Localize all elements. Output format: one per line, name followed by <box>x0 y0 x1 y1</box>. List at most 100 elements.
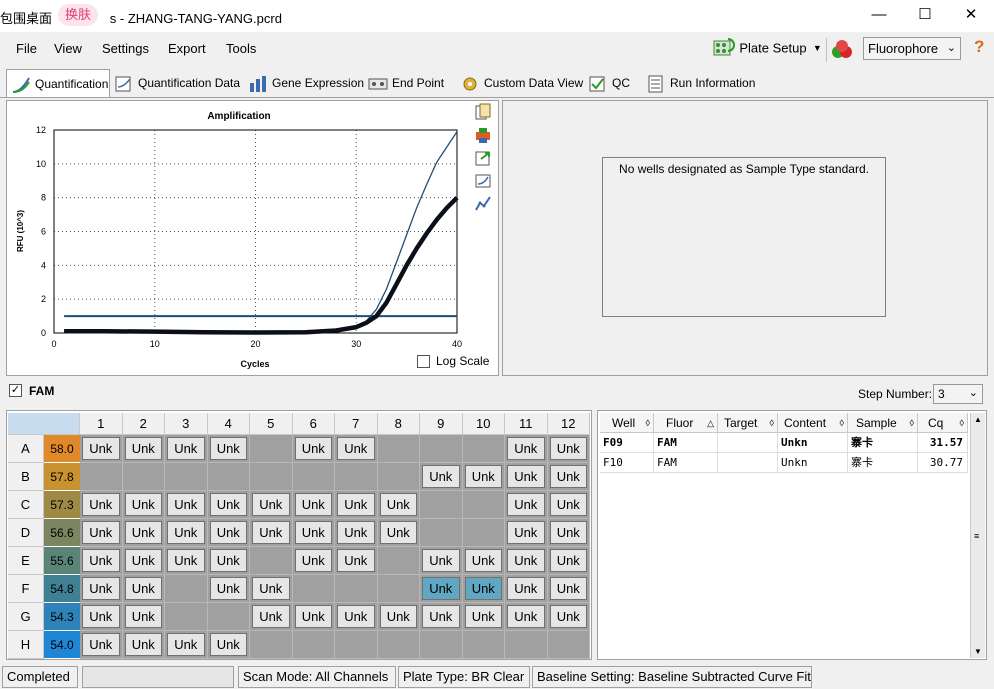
plate-well[interactable]: Unk <box>207 631 250 659</box>
menu-file[interactable]: File <box>16 41 37 56</box>
plate-well[interactable] <box>250 547 293 575</box>
plate-well[interactable]: Unk <box>547 435 590 463</box>
plate-well[interactable] <box>335 575 378 603</box>
copy-icon[interactable] <box>474 103 492 121</box>
plate-well[interactable]: Unk <box>547 463 590 491</box>
plate-well[interactable]: Unk <box>122 435 165 463</box>
table-cell[interactable]: F10 <box>600 453 654 473</box>
plate-well[interactable] <box>165 575 208 603</box>
plate-well[interactable]: Unk <box>377 519 420 547</box>
plate-well[interactable] <box>250 463 293 491</box>
col-header-target[interactable]: Target ◊ <box>718 413 778 433</box>
plate-well[interactable]: Unk <box>547 491 590 519</box>
plate-well[interactable] <box>462 491 505 519</box>
plate-well[interactable]: Unk <box>122 491 165 519</box>
plate-well[interactable] <box>207 463 250 491</box>
plate-well[interactable] <box>462 435 505 463</box>
scroll-down-icon[interactable]: ▼ <box>974 647 982 656</box>
plate-well[interactable]: Unk <box>207 435 250 463</box>
plate-well[interactable]: Unk <box>505 463 548 491</box>
plate-well[interactable]: Unk <box>250 575 293 603</box>
export-icon[interactable] <box>474 149 492 167</box>
plate-well[interactable]: Unk <box>292 547 335 575</box>
plate-well[interactable]: Unk <box>207 491 250 519</box>
plate-well[interactable]: Unk <box>207 547 250 575</box>
col-header-fluor[interactable]: Fluor △ <box>654 413 718 433</box>
col-header-content[interactable]: Content ◊ <box>778 413 848 433</box>
plate-well[interactable]: Unk <box>547 575 590 603</box>
row-header[interactable]: F <box>8 575 44 603</box>
plate-setup-button[interactable]: Plate Setup ▼ <box>712 37 822 61</box>
table-cell[interactable]: 寨卡 <box>848 453 918 473</box>
column-header[interactable]: 10 <box>462 413 505 435</box>
column-header[interactable]: 8 <box>377 413 420 435</box>
plate-well[interactable]: Unk <box>292 435 335 463</box>
plate-well[interactable] <box>165 463 208 491</box>
plate-well[interactable]: Unk <box>547 519 590 547</box>
plate-well[interactable] <box>165 603 208 631</box>
plate-well[interactable]: Unk <box>335 435 378 463</box>
fam-checkbox[interactable]: ✓ <box>9 384 22 397</box>
table-cell[interactable]: Unkn <box>778 433 848 453</box>
table-cell[interactable]: F09 <box>600 433 654 453</box>
row-header[interactable]: E <box>8 547 44 575</box>
plate-well[interactable] <box>420 435 463 463</box>
column-header[interactable]: 6 <box>292 413 335 435</box>
plate-well[interactable]: Unk <box>505 547 548 575</box>
tab-run-information[interactable]: Run Information <box>646 69 755 97</box>
table-cell[interactable]: 31.57 <box>918 433 968 453</box>
maximize-button[interactable]: ☐ <box>902 0 948 30</box>
col-header-sample[interactable]: Sample ◊ <box>848 413 918 433</box>
plate-well[interactable]: Unk <box>80 575 123 603</box>
row-header[interactable]: A <box>8 435 44 463</box>
plate-well[interactable]: Unk <box>165 519 208 547</box>
scroll-up-icon[interactable]: ▲ <box>974 415 982 424</box>
tab-quantification[interactable]: Quantification <box>6 69 110 97</box>
plate-well[interactable] <box>377 435 420 463</box>
table-cell[interactable] <box>718 433 778 453</box>
help-icon[interactable]: ? <box>974 37 984 57</box>
plate-well[interactable]: Unk <box>505 603 548 631</box>
plate-well[interactable]: Unk <box>165 435 208 463</box>
plate-well[interactable]: Unk <box>505 519 548 547</box>
plate-well[interactable]: Unk <box>377 603 420 631</box>
close-button[interactable]: ✕ <box>948 0 994 30</box>
plate-well[interactable] <box>462 519 505 547</box>
plate-well[interactable]: Unk <box>292 491 335 519</box>
menu-export[interactable]: Export <box>168 41 206 56</box>
menu-view[interactable]: View <box>54 41 82 56</box>
plate-well[interactable]: Unk <box>207 575 250 603</box>
plate-well[interactable] <box>207 603 250 631</box>
plate-well[interactable]: Unk <box>335 519 378 547</box>
menu-settings[interactable]: Settings <box>102 41 149 56</box>
plate-well[interactable]: Unk <box>505 491 548 519</box>
plate-well[interactable]: Unk <box>165 491 208 519</box>
table-cell[interactable]: FAM <box>654 433 718 453</box>
column-header[interactable]: 7 <box>335 413 378 435</box>
plate-well[interactable]: Unk <box>292 603 335 631</box>
plate-well[interactable] <box>335 631 378 659</box>
column-header[interactable]: 2 <box>122 413 165 435</box>
plate-well[interactable]: Unk <box>80 491 123 519</box>
table-cell[interactable]: 寨卡 <box>848 433 918 453</box>
step-number-select[interactable]: 3 ⌄ <box>933 384 983 404</box>
plate-well[interactable]: Unk <box>292 519 335 547</box>
plate-well[interactable]: Unk <box>80 603 123 631</box>
well-color-icon[interactable] <box>830 38 854 62</box>
table-cell[interactable]: Unkn <box>778 453 848 473</box>
plate-well[interactable] <box>250 631 293 659</box>
tab-end-point[interactable]: End Point <box>368 69 452 97</box>
table-cell[interactable]: FAM <box>654 453 718 473</box>
plate-well[interactable] <box>292 575 335 603</box>
plate-well[interactable] <box>420 519 463 547</box>
plate-well[interactable]: Unk <box>250 519 293 547</box>
plate-well[interactable] <box>292 631 335 659</box>
plate-well[interactable]: Unk <box>420 547 463 575</box>
zoom-icon[interactable] <box>474 172 492 190</box>
plate-well[interactable] <box>462 631 505 659</box>
row-header[interactable]: B <box>8 463 44 491</box>
plate-well[interactable]: Unk <box>462 547 505 575</box>
row-header[interactable]: D <box>8 519 44 547</box>
column-header[interactable]: 4 <box>207 413 250 435</box>
column-header[interactable]: 1 <box>80 413 123 435</box>
